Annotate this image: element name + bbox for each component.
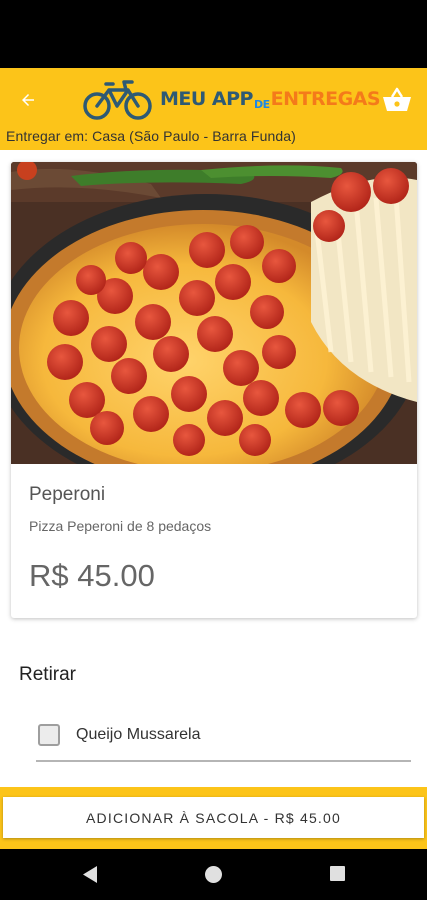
product-description: Pizza Peperoni de 8 pedaços: [29, 518, 212, 534]
system-nav-bar: [0, 849, 427, 900]
product-price: R$ 45.00: [29, 558, 155, 593]
nav-back-icon[interactable]: [81, 865, 99, 884]
options-section-title: Retirar: [19, 664, 77, 685]
back-button[interactable]: [14, 86, 42, 114]
logo-meu: MEU APP: [160, 88, 253, 110]
delivery-address[interactable]: Entregar em: Casa (São Paulo - Barra Fun…: [6, 128, 296, 144]
logo-de: DE: [253, 98, 270, 111]
product-name: Peperoni: [29, 484, 106, 505]
app-logo: MEU APP DE ENTREGAS: [82, 76, 381, 122]
status-bar: [0, 0, 427, 68]
bicycle-icon: [83, 80, 152, 120]
option-label: Queijo Mussarela: [76, 726, 201, 743]
nav-home-icon[interactable]: [205, 866, 222, 883]
app-bar: MEU APP DE ENTREGAS Entregar em: Casa (S…: [0, 68, 427, 150]
nav-recents-icon[interactable]: [330, 866, 345, 881]
shopping-basket-icon: [383, 87, 411, 111]
option-checkbox[interactable]: [38, 724, 60, 746]
pepperoni-pizza-image: [11, 162, 417, 464]
option-row-queijo-mussarela[interactable]: Queijo Mussarela: [36, 712, 411, 762]
logo-text: MEU APP DE ENTREGAS: [160, 88, 381, 111]
logo-entregas: ENTREGAS: [270, 88, 381, 110]
product-card: Peperoni Pizza Peperoni de 8 pedaços R$ …: [11, 162, 417, 618]
basket-button[interactable]: [381, 86, 413, 114]
arrow-back-icon: [22, 94, 34, 106]
add-to-bag-button[interactable]: ADICIONAR À SACOLA - R$ 45.00: [3, 797, 424, 838]
bottom-bar: ADICIONAR À SACOLA - R$ 45.00: [0, 787, 427, 849]
